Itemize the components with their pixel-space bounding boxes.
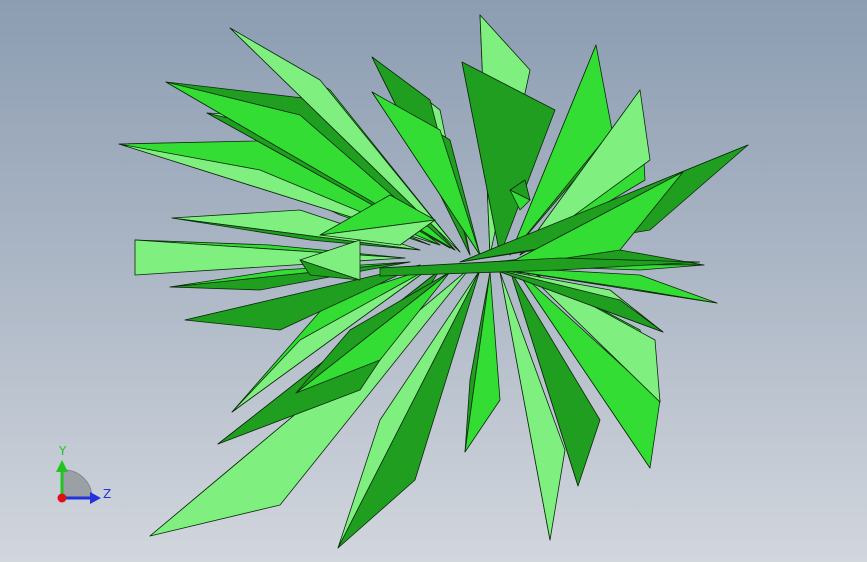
- x-axis-dot-icon: [57, 493, 67, 503]
- z-axis-label: Z: [103, 487, 111, 501]
- y-axis-label: Y: [58, 444, 67, 458]
- graphics-viewport[interactable]: Y Z: [0, 0, 867, 562]
- orientation-triad: Y Z: [56, 444, 111, 504]
- y-axis-arrowhead-icon: [56, 460, 68, 472]
- z-axis-arrowhead-icon: [90, 492, 101, 504]
- triad-plane-icon: [61, 469, 93, 499]
